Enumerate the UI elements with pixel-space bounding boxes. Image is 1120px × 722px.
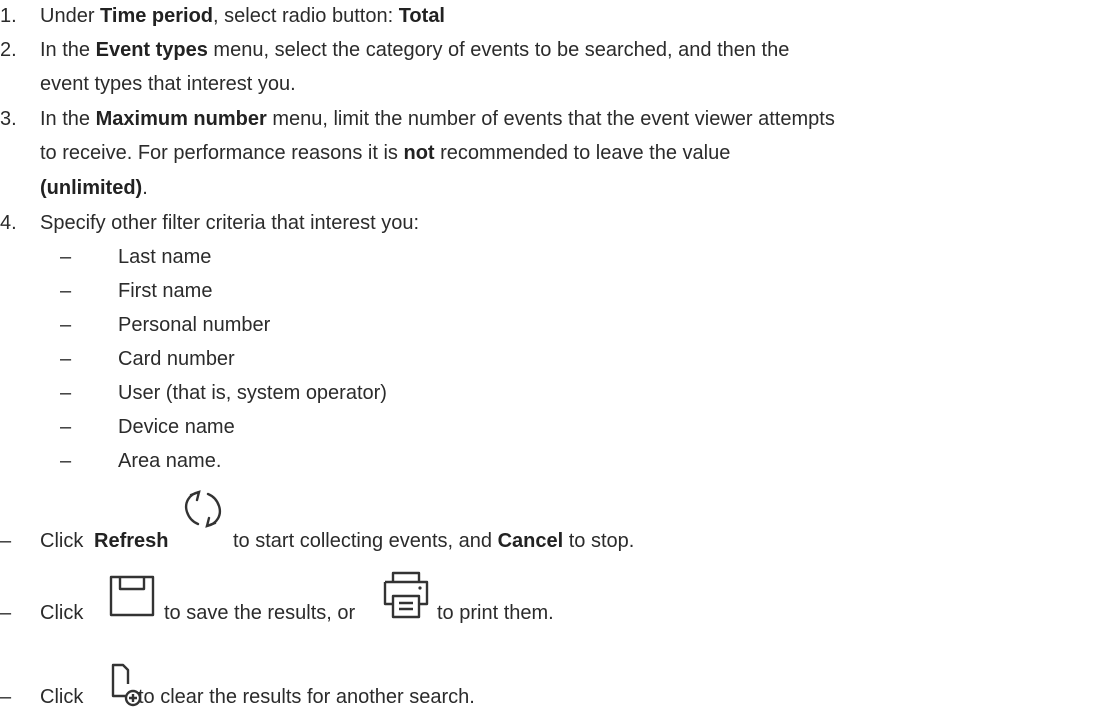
ui-term: Maximum number	[95, 108, 267, 130]
step-number: 1.	[0, 5, 17, 27]
ui-term: Event types	[95, 39, 208, 61]
step-text: In the Maximum number menu, limit the nu…	[40, 108, 835, 130]
step-2-continuation: event types that interest you.	[40, 73, 296, 95]
step-number: 2.	[0, 39, 17, 61]
save-icon	[108, 574, 158, 618]
step-text: Specify other filter criteria that inter…	[40, 212, 420, 234]
ui-term: (unlimited)	[40, 177, 143, 199]
step-number: 3.	[0, 108, 17, 130]
step-text: Under Time period, select radio button: …	[40, 5, 445, 27]
print-icon	[382, 570, 430, 620]
new-document-icon	[110, 662, 154, 712]
step-3-continuation: (unlimited).	[40, 177, 148, 199]
ui-term: Refresh	[94, 530, 169, 552]
step-number: 4.	[0, 212, 17, 234]
refresh-icon	[180, 487, 226, 531]
ui-term: Total	[398, 5, 445, 27]
ui-term: Cancel	[497, 530, 564, 552]
step-3-continuation: to receive. For performance reasons it i…	[40, 142, 731, 164]
emphasis: not	[403, 142, 435, 164]
step-text: In the Event types menu, select the cate…	[40, 39, 790, 61]
ui-term: Time period	[100, 5, 214, 27]
document-page: 1. Under Time period, select radio butto…	[0, 0, 1120, 722]
